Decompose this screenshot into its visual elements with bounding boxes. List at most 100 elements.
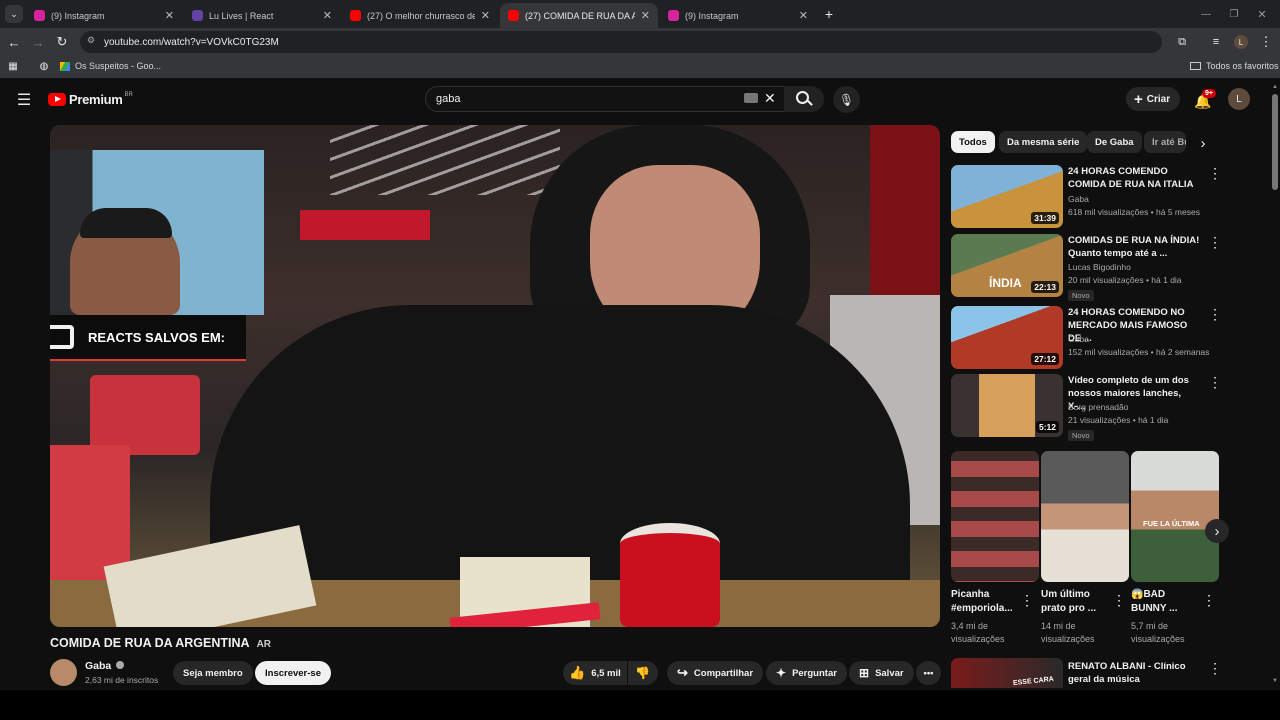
browser-tab-active[interactable]: (27) COMIDA DE RUA DA ARGENTINA ✕: [500, 3, 658, 28]
related-thumbnail[interactable]: 5:12: [951, 374, 1063, 437]
short-thumbnail[interactable]: FUE LA ÚLTIMA: [1131, 451, 1219, 582]
close-tab-icon[interactable]: ✕: [481, 9, 490, 22]
clear-search-icon[interactable]: ✕: [764, 90, 776, 107]
ask-button[interactable]: ✦ Perguntar: [766, 661, 847, 685]
related-title[interactable]: RENATO ALBANI - Clínico geral da música: [1068, 660, 1200, 686]
short-title[interactable]: Um último prato pro ...: [1041, 588, 1111, 616]
chip-from-channel[interactable]: De Gaba: [1087, 131, 1142, 153]
keyboard-icon[interactable]: [744, 93, 758, 103]
share-icon: ↪: [677, 665, 688, 680]
restore-icon[interactable]: ❐: [1224, 6, 1244, 22]
short-thumbnail[interactable]: [951, 451, 1039, 582]
forward-icon[interactable]: →: [30, 34, 46, 50]
new-badge: Novo: [1068, 430, 1094, 441]
search-button[interactable]: [784, 86, 824, 112]
browser-tab[interactable]: (9) Instagram ✕: [26, 3, 182, 28]
short-thumbnail[interactable]: [1041, 451, 1129, 582]
more-options-icon[interactable]: ⋮: [1020, 592, 1034, 609]
related-thumbnail[interactable]: ÍNDIA 22:13: [951, 234, 1063, 297]
channel-avatar[interactable]: [50, 659, 77, 686]
more-options-icon[interactable]: ⋮: [1208, 306, 1222, 323]
sparkle-icon: ✦: [776, 666, 787, 680]
close-tab-icon[interactable]: ✕: [165, 9, 174, 22]
channel-name[interactable]: Gaba: [85, 660, 125, 672]
related-channel[interactable]: Gaba: [1068, 193, 1089, 206]
short-title[interactable]: Picanha #emporiola...: [951, 588, 1029, 616]
short-title[interactable]: 😱BAD BUNNY ...: [1131, 588, 1201, 616]
account-avatar[interactable]: L: [1228, 88, 1250, 110]
related-title[interactable]: COMIDAS DE RUA NA ÍNDIA! Quanto tempo at…: [1068, 234, 1200, 260]
more-options-icon[interactable]: ⋮: [1202, 592, 1216, 609]
related-title[interactable]: 24 HORAS COMENDO COMIDA DE RUA NA ITALIA: [1068, 165, 1200, 191]
related-thumbnail[interactable]: ESSE CARA: [951, 658, 1063, 688]
subscriber-count: 2,63 mi de inscritos: [85, 675, 159, 685]
plus-icon: +: [1134, 90, 1143, 108]
related-channel[interactable]: Gaba: [1068, 333, 1089, 346]
country-flag: AR: [256, 639, 272, 650]
address-bar[interactable]: ⚙ youtube.com/watch?v=VOVkC0TG23M: [80, 31, 1162, 53]
video-duration: 22:13: [1031, 281, 1059, 293]
extensions-icon[interactable]: ⧉: [1174, 34, 1190, 50]
profile-avatar[interactable]: L: [1234, 35, 1248, 49]
subscribe-button[interactable]: Inscrever-se: [255, 661, 331, 685]
more-actions-button[interactable]: •••: [916, 661, 941, 685]
voice-search-button[interactable]: 🎙: [833, 86, 860, 113]
dislike-button[interactable]: 👎: [628, 661, 658, 685]
browser-tab[interactable]: (27) O melhor churrasco de rua ✕: [342, 3, 498, 28]
more-options-icon[interactable]: ⋮: [1208, 234, 1222, 251]
close-tab-icon[interactable]: ✕: [641, 9, 650, 22]
related-meta: 618 mil visualizações • há 5 meses: [1068, 207, 1200, 217]
more-options-icon[interactable]: ⋮: [1208, 374, 1222, 391]
browser-tab[interactable]: Lu Lives | React ✕: [184, 3, 340, 28]
scrollbar-thumb[interactable]: [1272, 94, 1278, 190]
site-info-icon[interactable]: ⚙: [87, 35, 95, 46]
scroll-down-arrow[interactable]: ▼: [1272, 678, 1278, 684]
close-window-icon[interactable]: ✕: [1252, 6, 1272, 22]
new-tab-icon[interactable]: +: [820, 5, 838, 23]
thumbs-up-icon: 👍: [569, 665, 586, 680]
chip-go-to[interactable]: Ir até Bu: [1144, 131, 1186, 153]
close-tab-icon[interactable]: ✕: [323, 9, 332, 22]
related-channel[interactable]: Lucas Bigodinho: [1068, 261, 1131, 274]
youtube-premium-logo[interactable]: Premium BR: [48, 92, 133, 107]
share-button[interactable]: ↪ Compartilhar: [667, 661, 764, 685]
all-favorites[interactable]: Todos os favoritos: [1190, 61, 1279, 71]
chip-same-series[interactable]: Da mesma série: [999, 131, 1088, 153]
globe-icon[interactable]: ◍: [38, 60, 50, 72]
tab-search-button[interactable]: ⌄: [5, 5, 23, 23]
join-button[interactable]: Seja membro: [173, 661, 253, 685]
shelf-next-button[interactable]: ›: [1205, 519, 1229, 543]
minimize-icon[interactable]: —: [1196, 6, 1216, 22]
thumbnail-text: ESSE CARA: [1012, 675, 1055, 688]
more-options-icon[interactable]: ⋮: [1208, 660, 1222, 677]
scroll-up-arrow[interactable]: ▲: [1272, 84, 1278, 90]
apps-grid-icon[interactable]: ▦: [7, 60, 19, 72]
reload-icon[interactable]: ↻: [54, 34, 70, 50]
hamburger-menu-icon[interactable]: ☰: [14, 90, 34, 110]
video-player[interactable]: REACTS SALVOS EM:: [50, 125, 940, 627]
more-options-icon[interactable]: ⋮: [1208, 165, 1222, 182]
reading-list-icon[interactable]: ≡: [1208, 34, 1224, 50]
related-thumbnail[interactable]: 31:39: [951, 165, 1063, 228]
video-duration: 27:12: [1031, 353, 1059, 365]
short-views: 5,7 mi de visualizações: [1131, 621, 1185, 644]
url-text: youtube.com/watch?v=VOVkC0TG23M: [104, 36, 279, 48]
save-button[interactable]: ⊞ Salvar: [849, 661, 914, 685]
create-button[interactable]: + Criar: [1126, 87, 1181, 111]
notifications-button[interactable]: 🔔 9+: [1190, 88, 1216, 112]
bookmark-item[interactable]: Os Suspeitos - Goo...: [60, 61, 161, 71]
back-icon[interactable]: ←: [6, 34, 22, 50]
like-button[interactable]: 👍 6,5 mil: [563, 661, 627, 685]
close-tab-icon[interactable]: ✕: [799, 9, 808, 22]
browser-menu-icon[interactable]: ⋮: [1258, 34, 1274, 50]
related-channel[interactable]: Burg prensadão: [1068, 401, 1129, 414]
more-options-icon[interactable]: ⋮: [1112, 592, 1126, 609]
chevron-right-icon[interactable]: ›: [1194, 134, 1212, 152]
drive-icon: [60, 61, 70, 71]
chip-all[interactable]: Todos: [951, 131, 995, 153]
browser-tab[interactable]: (9) Instagram ✕: [660, 3, 816, 28]
page-scrollbar[interactable]: ▲ ▼: [1270, 84, 1280, 690]
short-views: 3,4 mi de visualizações: [951, 621, 1005, 644]
related-thumbnail[interactable]: 27:12: [951, 306, 1063, 369]
search-input[interactable]: gaba ✕: [425, 86, 823, 112]
